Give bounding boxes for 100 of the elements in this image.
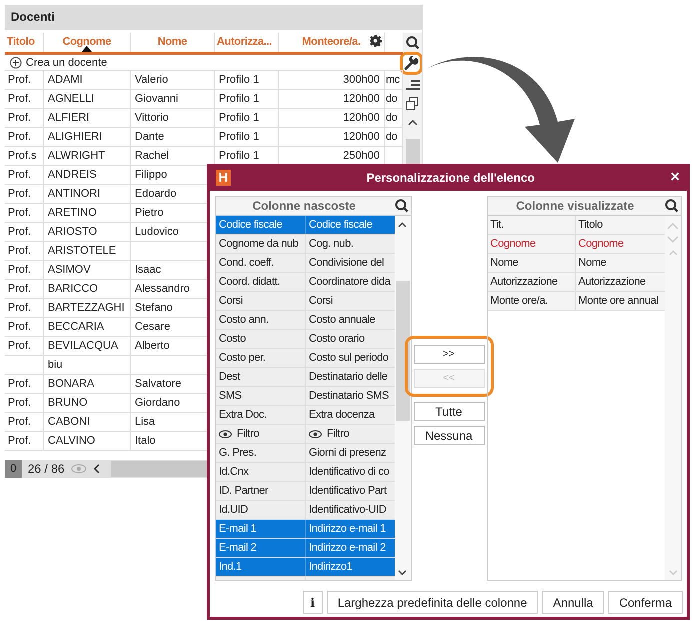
- table-cell: ALWRIGHT: [48, 150, 106, 162]
- list-row[interactable]: Cognome Cognome: [488, 235, 665, 254]
- table-cell: 120h00: [343, 131, 380, 143]
- table-cell: Prof.: [8, 378, 32, 390]
- table-cell: Salvatore: [135, 378, 182, 390]
- table-cell: 120h00: [343, 93, 380, 105]
- table-cell: Prof.: [8, 264, 32, 276]
- add-column-button[interactable]: >>: [414, 345, 484, 364]
- table-cell: BARICCO: [48, 283, 98, 295]
- table-cell-text: Costo per.: [219, 351, 266, 366]
- list-row[interactable]: Dest Destinatario delle: [216, 368, 394, 387]
- table-cell: Prof.s: [8, 150, 37, 162]
- list-row[interactable]: Tit. Titolo: [488, 216, 665, 235]
- table-cell-text: Tit.: [490, 218, 504, 233]
- list-row[interactable]: Autorizzazione Autorizzazione: [488, 273, 665, 292]
- table-cell: Giordano: [135, 397, 180, 409]
- list-row[interactable]: Monte ore/a. Monte ore annual: [488, 292, 665, 311]
- gear-icon[interactable]: [370, 35, 382, 47]
- table-cell: 120h00: [343, 112, 380, 124]
- table-cell: Prof.: [8, 245, 32, 257]
- table-cell: Profilo 1: [219, 131, 260, 143]
- scroll-down-icon[interactable]: [398, 569, 407, 576]
- app-logo: H: [216, 170, 231, 186]
- table-cell-text: Extra docenza: [309, 408, 375, 423]
- list-row[interactable]: Corsi Corsi: [216, 292, 394, 311]
- wrench-tool[interactable]: [400, 52, 422, 75]
- list-row[interactable]: Costo per. Costo sul periodo: [216, 349, 394, 368]
- table-cell-text: Dest: [219, 370, 240, 385]
- list-row[interactable]: Costo Costo orario: [216, 330, 394, 349]
- table-cell-text: Cognome da nub: [219, 237, 298, 252]
- row-count: 26 / 86: [28, 462, 65, 476]
- list-row[interactable]: Id.Cnx Identificativo di co: [216, 463, 394, 482]
- table-cell-text: Id.UID: [219, 503, 248, 518]
- table-cell: Profilo 1: [219, 112, 260, 124]
- scrollbar-thumb[interactable]: [396, 281, 410, 421]
- table-cell-text: Costo: [219, 332, 246, 347]
- table-cell: Prof.: [8, 435, 32, 447]
- list-row[interactable]: Codice fiscale Codice fiscale: [216, 216, 394, 235]
- table-cell: Dante: [135, 131, 164, 143]
- table-cell: Prof.: [8, 207, 32, 219]
- scroll-up-icon[interactable]: [408, 119, 418, 127]
- table-cell-text: Filtro: [237, 427, 260, 442]
- table-cell: ANDREIS: [48, 169, 97, 181]
- scroll-left-icon[interactable]: [92, 464, 101, 474]
- table-cell: Profilo 1: [219, 74, 260, 86]
- table-cell-text: Cognome: [490, 237, 536, 252]
- column-header[interactable]: Cognome: [44, 33, 131, 52]
- table-cell: 300h00: [343, 74, 380, 86]
- table-cell-text: Codice fiscale: [309, 218, 373, 233]
- table-cell: do: [386, 131, 398, 143]
- table-cell-text: Identificativo-UID: [309, 503, 386, 518]
- confirm-button[interactable]: Conferma: [608, 591, 683, 614]
- search-icon[interactable]: [394, 199, 408, 213]
- table-cell-text: Nome: [490, 256, 518, 271]
- table-cell-text: Nome: [578, 256, 606, 271]
- table-cell: Edoardo: [135, 188, 177, 200]
- table-cell-text: Cond. coeff.: [219, 256, 274, 271]
- table-cell-text: Destinatario SMS: [309, 389, 389, 404]
- column-header[interactable]: Autorizza...: [215, 33, 279, 52]
- list-row[interactable]: Cognome da nub Cog. nub.: [216, 235, 394, 254]
- none-button[interactable]: Nessuna: [414, 426, 484, 445]
- list-row[interactable]: E-mail 1 Indirizzo e-mail 1: [216, 520, 394, 539]
- table-cell: BEVILACQUA: [48, 340, 118, 352]
- table-cell: do: [386, 112, 398, 124]
- list-row[interactable]: Filtro Filtro: [216, 425, 394, 444]
- table-cell: BONARA: [48, 378, 94, 390]
- table-cell: Prof.: [8, 226, 32, 238]
- list-row[interactable]: Cond. coeff. Condivisione del: [216, 254, 394, 273]
- list-row[interactable]: Extra Doc. Extra docenza: [216, 406, 394, 425]
- table-cell-text: G. Pres.: [219, 446, 257, 461]
- cancel-button[interactable]: Annulla: [542, 591, 604, 614]
- all-button[interactable]: Tutte: [414, 402, 484, 421]
- table-cell: Valerio: [135, 74, 168, 86]
- table-cell: Prof.: [8, 188, 32, 200]
- list-row[interactable]: SMS Destinatario SMS: [216, 387, 394, 406]
- list-row[interactable]: ID. Partner Identificativo Part: [216, 482, 394, 501]
- table-cell: Prof.: [8, 169, 32, 181]
- scroll-up-icon[interactable]: [398, 222, 407, 229]
- table-cell: ASIMOV: [48, 264, 91, 276]
- table-cell: Prof.: [8, 397, 32, 409]
- table-cell-text: Coordinatore dida: [309, 275, 390, 290]
- list-row[interactable]: Id.UID Identificativo-UID: [216, 501, 394, 520]
- column-header[interactable]: Titolo: [5, 33, 44, 52]
- default-width-button[interactable]: Larghezza predefinita delle colonne: [326, 591, 538, 614]
- table-cell-text: Id.Cnx: [219, 465, 249, 480]
- list-row[interactable]: Costo ann. Costo annuale: [216, 311, 394, 330]
- search-icon[interactable]: [665, 199, 679, 213]
- info-button[interactable]: i: [302, 591, 323, 614]
- table-cell: CABONI: [48, 416, 90, 428]
- table-cell-text: Indirizzo e-mail 1: [309, 522, 386, 537]
- table-cell: BECCARIA: [48, 321, 104, 333]
- list-row[interactable]: Coord. didatt. Coordinatore dida: [216, 273, 394, 292]
- list-row[interactable]: G. Pres. Giorni di presenz: [216, 444, 394, 463]
- table-cell-text: Costo annuale: [309, 313, 376, 328]
- list-row[interactable]: Ind.1 Indirizzo1: [216, 558, 394, 577]
- table-cell-text: Costo sul periodo: [309, 351, 389, 366]
- list-row[interactable]: Nome Nome: [488, 254, 665, 273]
- close-button[interactable]: ×: [670, 168, 680, 186]
- list-row[interactable]: E-mail 2 Indirizzo e-mail 2: [216, 539, 394, 558]
- column-header[interactable]: Nome: [131, 33, 215, 52]
